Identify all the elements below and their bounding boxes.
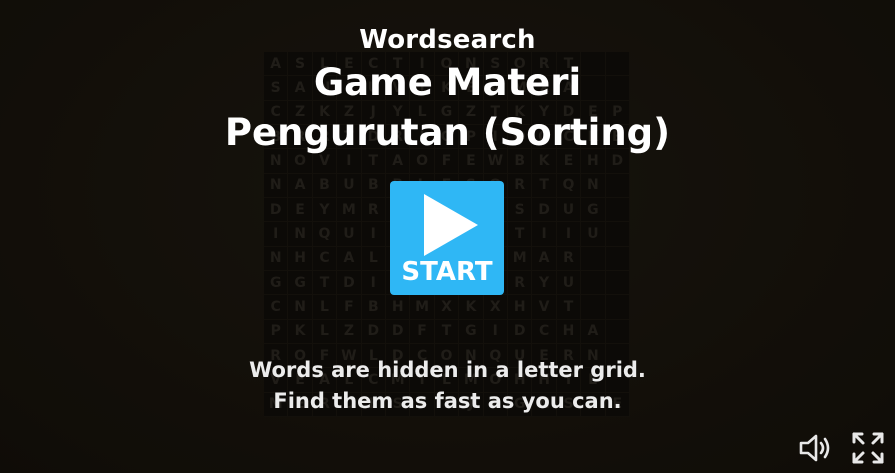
start-button[interactable]: START [390, 181, 504, 295]
game-stage: ASLECTIONSORTSANIUVIKEAMXACZKZJYLGZTKYDE… [0, 0, 895, 473]
fullscreen-button[interactable] [851, 431, 885, 465]
instructions: Words are hidden in a letter grid. Find … [0, 355, 895, 417]
start-label: START [401, 257, 493, 287]
sound-button[interactable] [798, 432, 832, 464]
play-icon [424, 194, 478, 256]
instructions-line-1: Words are hidden in a letter grid. [249, 358, 646, 382]
game-type-label: Wordsearch [359, 25, 536, 55]
title-line-2: Pengurutan (Sorting) [224, 111, 671, 154]
instructions-line-2: Find them as fast as you can. [273, 389, 622, 413]
fullscreen-icon [852, 432, 884, 464]
activity-title: Game Materi Pengurutan (Sorting) [0, 58, 895, 158]
title-line-1: Game Materi [313, 61, 582, 104]
speaker-icon [799, 434, 830, 462]
